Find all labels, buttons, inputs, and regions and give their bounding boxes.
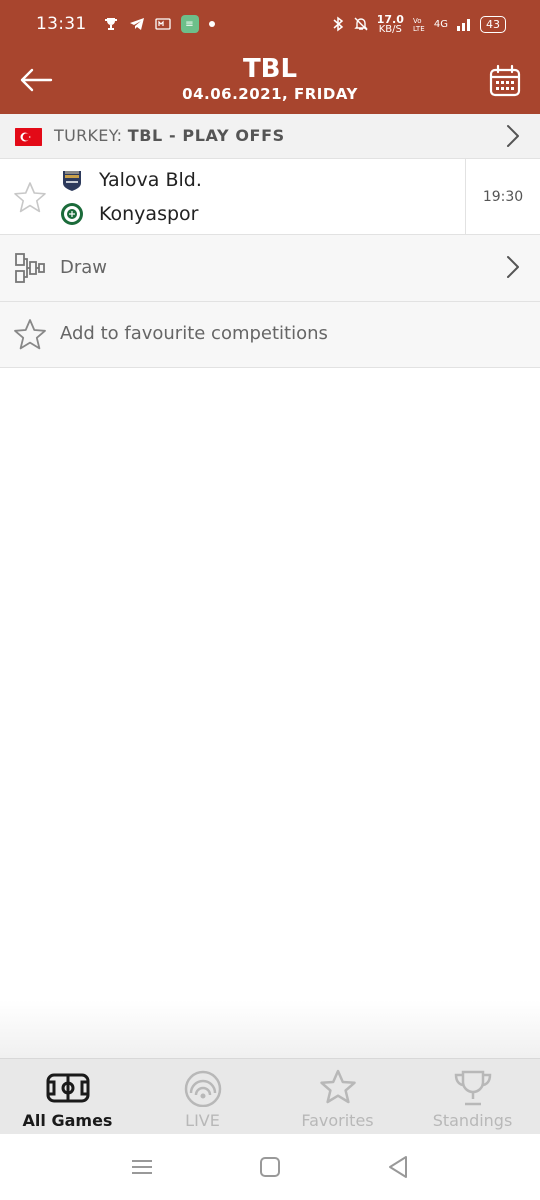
add-favourite-label: Add to favourite competitions [60, 323, 328, 344]
match-time: 19:30 [465, 159, 540, 234]
draw-row[interactable]: Draw [0, 235, 540, 302]
page-subtitle: 04.06.2021, FRIDAY [182, 85, 358, 103]
svg-text:Vo: Vo [413, 17, 422, 25]
volte-icon: VoLTE [413, 17, 425, 33]
nav-label: Favorites [301, 1111, 374, 1130]
arrow-left-icon [20, 68, 53, 92]
calendar-icon [489, 64, 521, 97]
svg-text:LTE: LTE [413, 25, 425, 33]
competition-title: TURKEY: TBL - PLAY OFFS [54, 126, 285, 145]
nav-live[interactable]: LIVE [135, 1059, 270, 1134]
network-speed: 17.0 KB/S [377, 14, 404, 35]
status-bar: 13:31 ≡ 17.0 KB/S Vo LTE 4G 43 [0, 0, 540, 48]
nav-label: Standings [432, 1111, 513, 1130]
system-status-icons: 17.0 KB/S Vo LTE 4G 43 [331, 14, 506, 35]
away-team: Konyaspor [60, 199, 198, 229]
draw-label: Draw [60, 257, 108, 278]
notification-icons: ≡ [103, 15, 215, 33]
nav-label: All Games [22, 1111, 113, 1130]
app-title-block: TBL 04.06.2021, FRIDAY [100, 54, 440, 104]
home-team-name: Yalova Bld. [99, 169, 202, 191]
add-favourite-competition-row[interactable]: Add to favourite competitions [0, 302, 540, 368]
match-row[interactable]: Yalova Bld. Konyaspor 19:30 [0, 159, 540, 235]
trophy-icon [454, 1070, 491, 1106]
system-navigation-bar [0, 1134, 540, 1200]
mail-icon [154, 18, 171, 30]
chevron-right-icon [507, 256, 519, 278]
calendar-button[interactable] [488, 64, 522, 98]
star-outline-icon [14, 319, 46, 350]
signal-icon [457, 19, 470, 31]
speed-value: 17.0 [376, 12, 404, 26]
nav-label: LIVE [185, 1111, 220, 1130]
status-time: 13:31 [36, 14, 87, 34]
competition-header[interactable]: TURKEY: TBL - PLAY OFFS [0, 114, 540, 159]
mute-icon [354, 17, 368, 31]
back-triangle-icon[interactable] [385, 1154, 411, 1180]
nav-standings[interactable]: Standings [405, 1059, 540, 1134]
app-bar: TBL 04.06.2021, FRIDAY [0, 48, 540, 114]
away-team-name: Konyaspor [99, 203, 199, 225]
competition-name: TBL - PLAY OFFS [127, 126, 285, 145]
favorite-match-star-icon[interactable] [12, 180, 48, 216]
star-icon [319, 1069, 356, 1104]
nav-favorites[interactable]: Favorites [270, 1059, 405, 1134]
page-title: TBL [242, 54, 298, 84]
field-icon [46, 1073, 89, 1103]
bottom-fade [0, 1000, 540, 1058]
bottom-navigation: All Games LIVE Favorites Standings [0, 1058, 540, 1134]
home-team: Yalova Bld. [60, 165, 202, 195]
telegram-icon [129, 18, 144, 30]
battery-indicator: 43 [480, 15, 506, 33]
app-notification-icon: ≡ [180, 15, 199, 33]
live-icon [184, 1070, 221, 1107]
turkey-flag-icon [15, 128, 42, 146]
chevron-right-icon [507, 125, 519, 147]
back-button[interactable] [16, 62, 56, 98]
bracket-icon [15, 253, 45, 283]
speed-unit: KB/S [378, 23, 402, 35]
competition-country: TURKEY: [54, 126, 123, 145]
more-notifications-dot [208, 21, 215, 27]
nav-all-games[interactable]: All Games [0, 1059, 135, 1134]
yalova-crest-icon [63, 171, 81, 191]
konyaspor-crest-icon [61, 203, 83, 225]
recent-apps-icon[interactable] [129, 1154, 155, 1180]
trophy-notification-icon [104, 18, 117, 30]
network-type: 4G [433, 18, 448, 30]
home-icon[interactable] [257, 1154, 283, 1180]
bluetooth-icon [333, 16, 343, 32]
